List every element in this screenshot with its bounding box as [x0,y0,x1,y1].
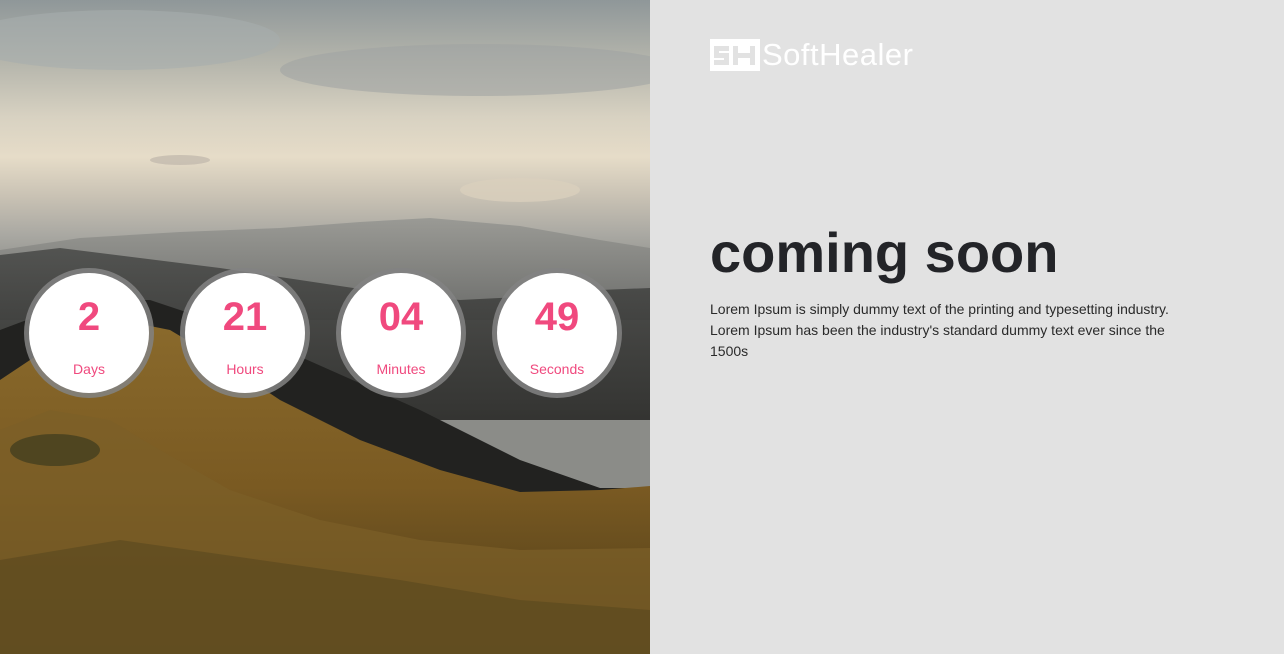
countdown-circle: 2 Days [29,273,149,393]
countdown-days: 2 Days [24,268,154,398]
countdown-unit-label: Seconds [529,361,585,377]
page-title: coming soon [710,221,1059,284]
countdown-value: 2 [77,295,101,339]
countdown-timer: 2 Days 21 Hours 04 Minutes 49 Seconds [24,268,622,398]
countdown-circle: 21 Hours [185,273,305,393]
countdown-hours: 21 Hours [180,268,310,398]
softhealer-logo[interactable]: SoftHealer [710,38,913,72]
page-description: Lorem Ipsum is simply dummy text of the … [710,301,1169,359]
countdown-circle: 49 Seconds [497,273,617,393]
countdown-unit-label: Minutes [376,361,426,377]
content-panel: SoftHealer coming soon Lorem Ipsum is si… [650,0,1284,654]
logo-mark-icon [710,39,760,71]
countdown-minutes: 04 Minutes [336,268,466,398]
countdown-value: 21 [222,295,268,339]
countdown-value: 04 [378,295,424,339]
mountain-landscape-photo: 2 Days 21 Hours 04 Minutes 49 Seconds [0,0,650,654]
countdown-unit-label: Days [73,361,105,377]
brand-name: SoftHealer [762,37,914,72]
coming-soon-page: 2 Days 21 Hours 04 Minutes 49 Seconds So… [0,0,1284,654]
countdown-value: 49 [534,295,580,339]
countdown-unit-label: Hours [226,361,264,377]
countdown-circle: 04 Minutes [341,273,461,393]
countdown-seconds: 49 Seconds [492,268,622,398]
